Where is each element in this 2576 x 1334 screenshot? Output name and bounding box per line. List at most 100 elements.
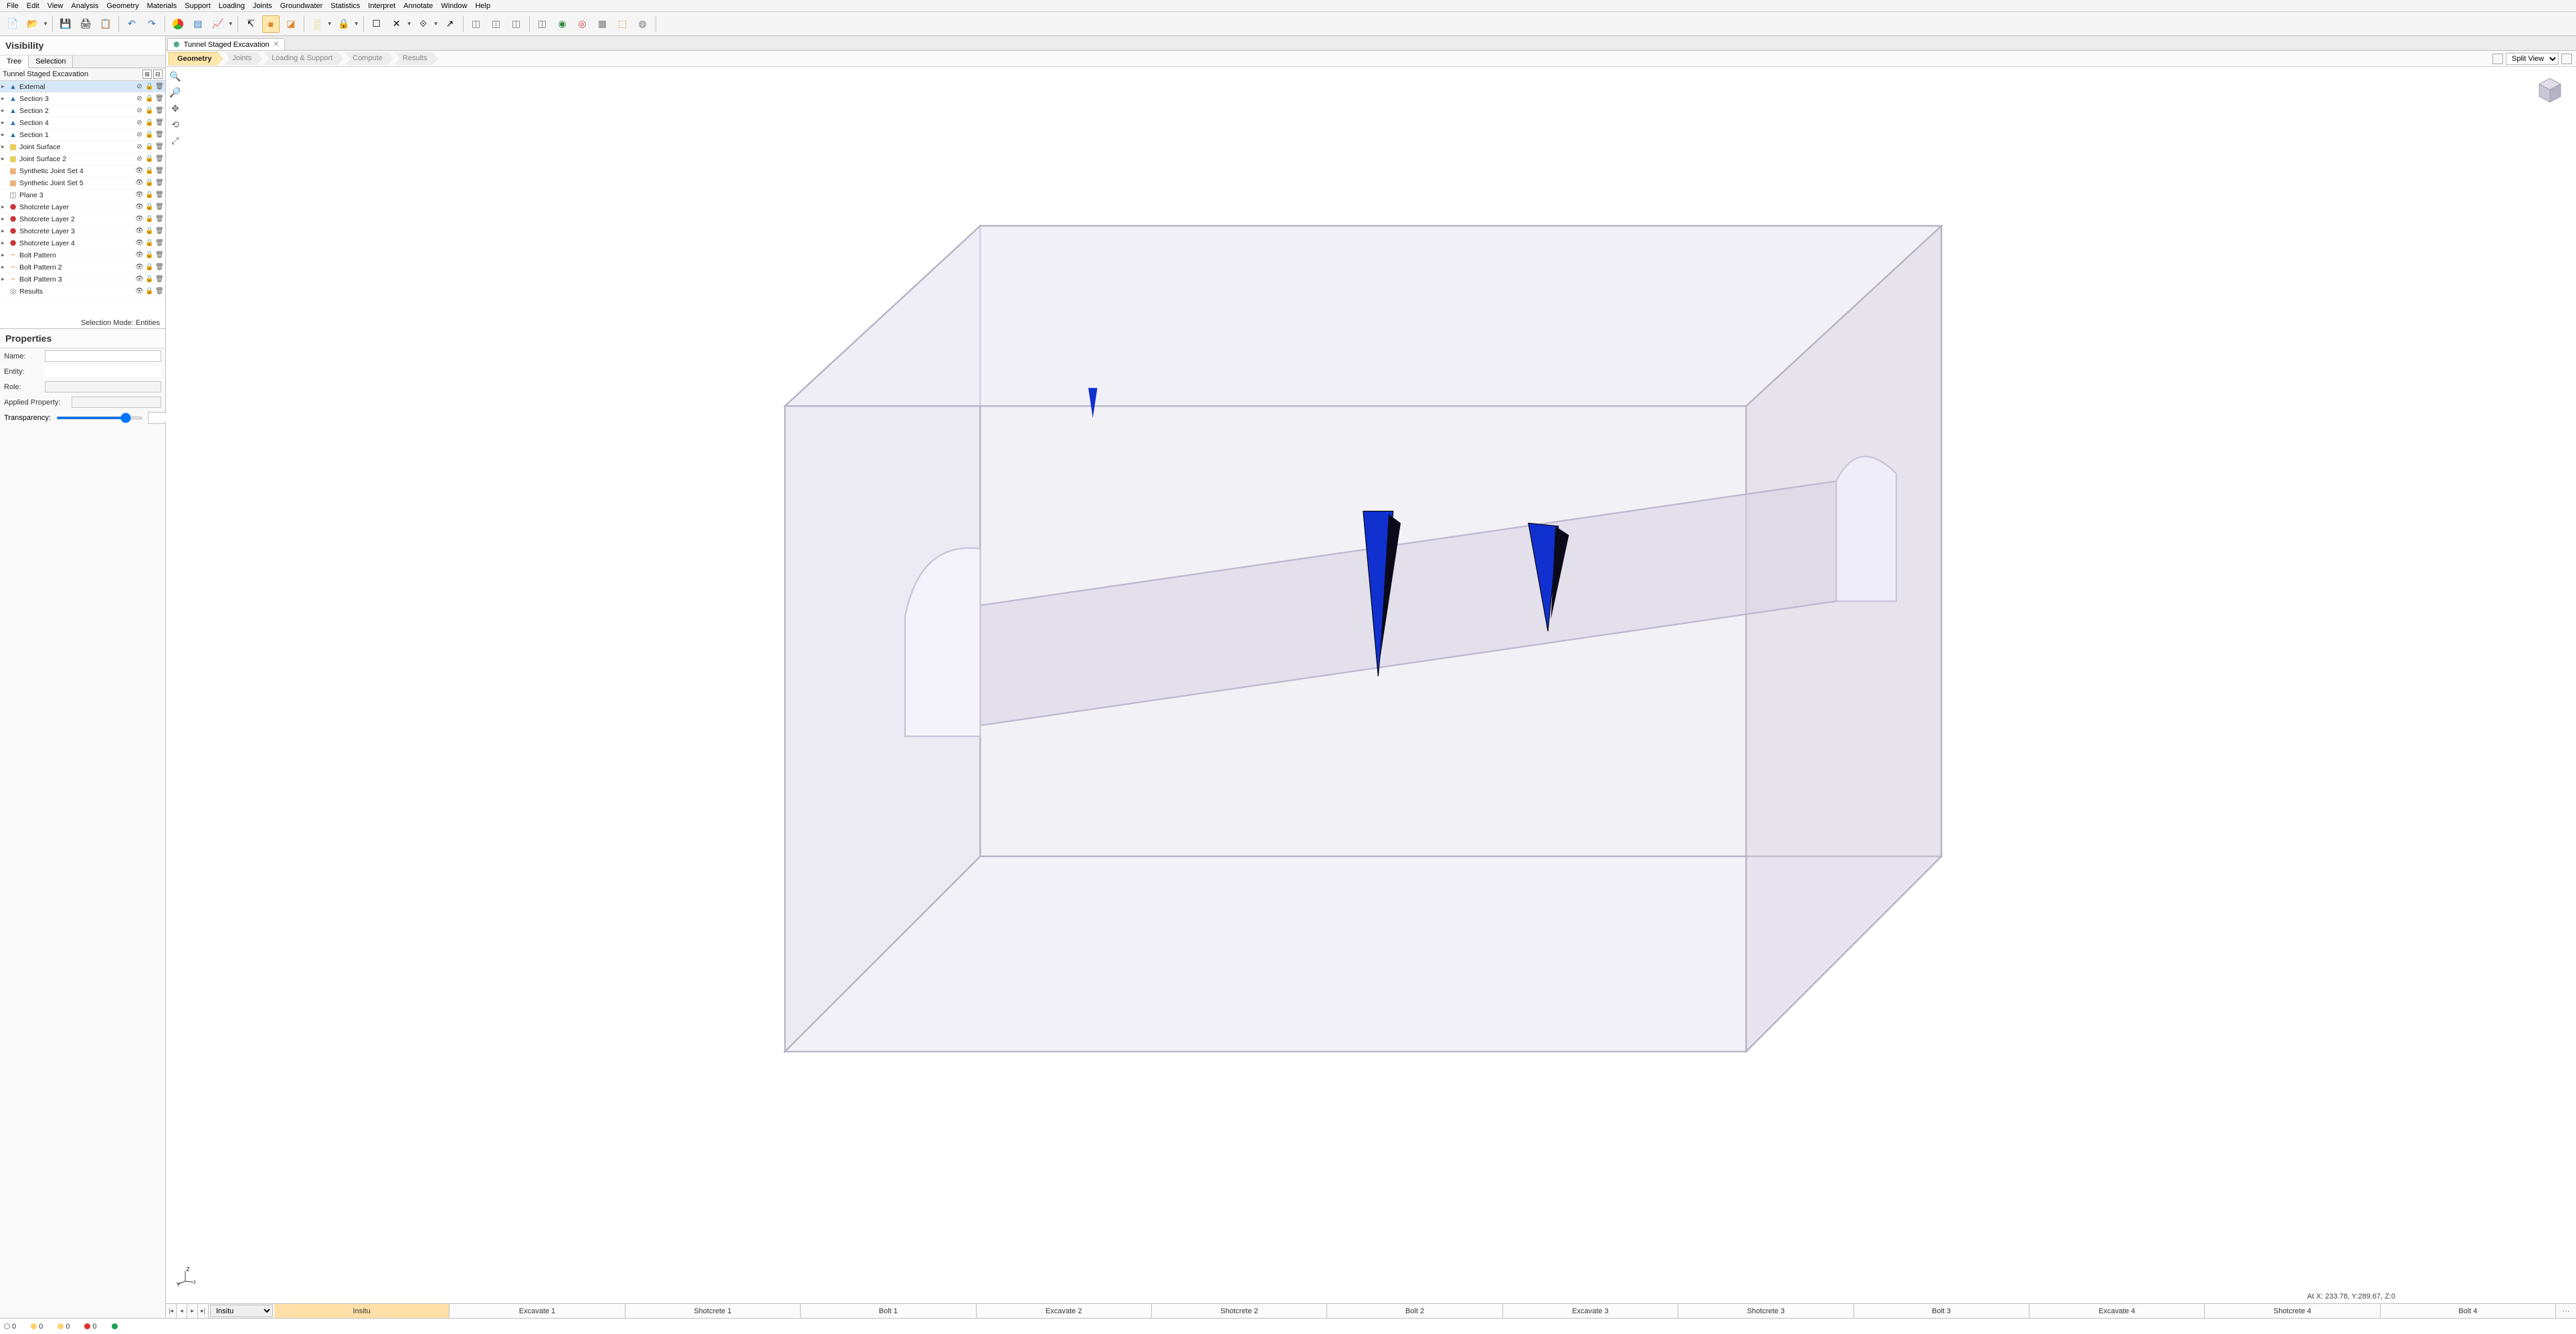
visibility-icon[interactable]: 👁 [135, 203, 144, 211]
lock-dropdown-icon[interactable]: ▼ [354, 21, 359, 27]
box3d-button[interactable]: ⬚ [614, 15, 631, 33]
stage-tab[interactable]: Excavate 2 [977, 1304, 1152, 1318]
stage-dropdown[interactable]: Insitu [210, 1305, 273, 1317]
lock-icon[interactable]: 🔒 [145, 288, 154, 295]
results-mesh-button[interactable]: ◫ [534, 15, 551, 33]
open-file-dropdown-icon[interactable]: ▼ [43, 21, 48, 27]
delete-icon[interactable]: 🗑 [155, 179, 164, 187]
tree-item[interactable]: ▦Synthetic Joint Set 5👁🔒🗑 [0, 177, 165, 189]
undo-button[interactable]: ↶ [123, 15, 140, 33]
visibility-icon[interactable]: ⊘ [135, 143, 144, 150]
visibility-icon[interactable]: 👁 [135, 275, 144, 283]
mesh3-button[interactable]: ◫ [508, 15, 525, 33]
delete-icon[interactable]: 🗑 [155, 263, 164, 271]
split-left-icon[interactable] [2492, 53, 2503, 64]
lock-icon[interactable]: 🔒 [145, 239, 154, 247]
stage-tab[interactable]: Excavate 1 [450, 1304, 625, 1318]
lock-icon[interactable]: 🔒 [145, 263, 154, 271]
block-button[interactable]: ■ [262, 15, 280, 33]
lock-icon[interactable]: 🔒 [145, 155, 154, 162]
tree-item[interactable]: ▸⬣Shotcrete Layer 2👁🔒🗑 [0, 213, 165, 225]
twisty-icon[interactable]: ▸ [1, 227, 8, 235]
tree-item[interactable]: ▸⬣Shotcrete Layer 3👁🔒🗑 [0, 225, 165, 237]
tree-item[interactable]: ◫Plane 3👁🔒🗑 [0, 189, 165, 201]
doc-tab-active[interactable]: ⬢ Tunnel Staged Excavation ✕ [167, 38, 285, 50]
lock-icon[interactable]: 🔒 [145, 215, 154, 223]
lock-icon[interactable]: 🔒 [145, 203, 154, 211]
visibility-icon[interactable]: ⊘ [135, 83, 144, 90]
visibility-icon[interactable]: 👁 [135, 263, 144, 271]
delete-icon[interactable]: 🗑 [155, 131, 164, 138]
delete-icon[interactable]: 🗑 [155, 155, 164, 162]
stage-tab[interactable]: Insitu [274, 1304, 450, 1318]
iso2-button[interactable]: ◎ [574, 15, 591, 33]
zoom-out-icon[interactable]: 🔎 [169, 86, 182, 99]
visibility-icon[interactable]: 👁 [135, 288, 144, 295]
tab-tree[interactable]: Tree [0, 55, 29, 68]
lock-icon[interactable]: 🔒 [145, 83, 154, 90]
delete-icon[interactable]: 🗑 [155, 275, 164, 283]
tree-item[interactable]: ▸⬣Shotcrete Layer 4👁🔒🗑 [0, 237, 165, 249]
stage-add-icon[interactable]: ⋯ [2556, 1304, 2576, 1318]
expand-all-icon[interactable]: ⊞ [142, 70, 152, 79]
tab-selection[interactable]: Selection [29, 55, 73, 68]
visibility-icon[interactable]: 👁 [135, 251, 144, 259]
pan-icon[interactable]: ✥ [169, 102, 182, 115]
wedge-button[interactable]: ◪ [282, 15, 300, 33]
lock-icon[interactable]: 🔒 [145, 191, 154, 199]
lock-icon[interactable]: 🔒 [145, 107, 154, 114]
stage-tab[interactable]: Bolt 1 [801, 1304, 976, 1318]
twisty-icon[interactable]: ▸ [1, 203, 8, 211]
stage-tab[interactable]: Bolt 3 [1854, 1304, 2029, 1318]
delete-icon[interactable]: 🗑 [155, 203, 164, 211]
visibility-icon[interactable]: 👁 [135, 191, 144, 199]
open-file-button[interactable]: 📂 [24, 15, 41, 33]
visibility-icon[interactable]: 👁 [135, 179, 144, 187]
save-button[interactable]: 💾 [57, 15, 74, 33]
tree-item[interactable]: ▸⎯Bolt Pattern 2👁🔒🗑 [0, 261, 165, 273]
stage-next-icon[interactable]: ▸ [187, 1304, 198, 1318]
mesh2-button[interactable]: ◫ [488, 15, 505, 33]
twisty-icon[interactable]: ▸ [1, 251, 8, 259]
crumb-results[interactable]: Results [395, 52, 438, 66]
delete-icon[interactable]: 🗑 [155, 288, 164, 295]
tree-item[interactable]: ▸▲Section 3⊘🔒🗑 [0, 93, 165, 105]
menu-support[interactable]: Support [181, 1, 215, 11]
redo-button[interactable]: ↷ [143, 15, 161, 33]
delete-icon[interactable]: 🗑 [155, 107, 164, 114]
tree-item[interactable]: ▦Synthetic Joint Set 4👁🔒🗑 [0, 165, 165, 177]
stage-tab[interactable]: Bolt 2 [1327, 1304, 1502, 1318]
twisty-icon[interactable]: ▸ [1, 95, 8, 102]
fit-icon[interactable]: ⤢ [169, 134, 182, 147]
stage-tab[interactable]: Excavate 4 [2029, 1304, 2205, 1318]
nav-cube[interactable] [2536, 76, 2564, 104]
stage-tab[interactable]: Shotcrete 2 [1152, 1304, 1327, 1318]
tree-item[interactable]: ▸⎯Bolt Pattern👁🔒🗑 [0, 249, 165, 261]
twisty-icon[interactable]: ▸ [1, 215, 8, 223]
fixed-button[interactable]: ✕ [388, 15, 405, 33]
grid-dropdown-icon[interactable]: ▼ [327, 21, 332, 27]
delete-icon[interactable]: 🗑 [155, 191, 164, 199]
stage-last-icon[interactable]: ▸| [198, 1304, 209, 1318]
name-input[interactable] [45, 350, 161, 362]
collapse-all-icon[interactable]: ⊟ [153, 70, 163, 79]
zoom-in-icon[interactable]: 🔍 [169, 70, 182, 83]
measure-button[interactable]: ⟐ [415, 15, 432, 33]
split-right-icon[interactable] [2561, 53, 2572, 64]
menu-file[interactable]: File [3, 1, 23, 11]
print-button[interactable]: 🖨 [77, 15, 94, 33]
menu-window[interactable]: Window [437, 1, 471, 11]
delete-icon[interactable]: 🗑 [155, 215, 164, 223]
menu-statistics[interactable]: Statistics [326, 1, 364, 11]
applied-dropdown[interactable] [72, 397, 161, 408]
stage-tab[interactable]: Excavate 3 [1503, 1304, 1678, 1318]
menu-groundwater[interactable]: Groundwater [276, 1, 327, 11]
close-icon[interactable]: ✕ [274, 41, 279, 48]
delete-icon[interactable]: 🗑 [155, 239, 164, 247]
lock-icon[interactable]: 🔒 [145, 179, 154, 187]
measure-dropdown-icon[interactable]: ▼ [433, 21, 439, 27]
stage-tab[interactable]: Shotcrete 3 [1678, 1304, 1854, 1318]
menu-help[interactable]: Help [471, 1, 494, 11]
lock-icon[interactable]: 🔒 [145, 275, 154, 283]
visibility-icon[interactable]: ⊘ [135, 155, 144, 162]
